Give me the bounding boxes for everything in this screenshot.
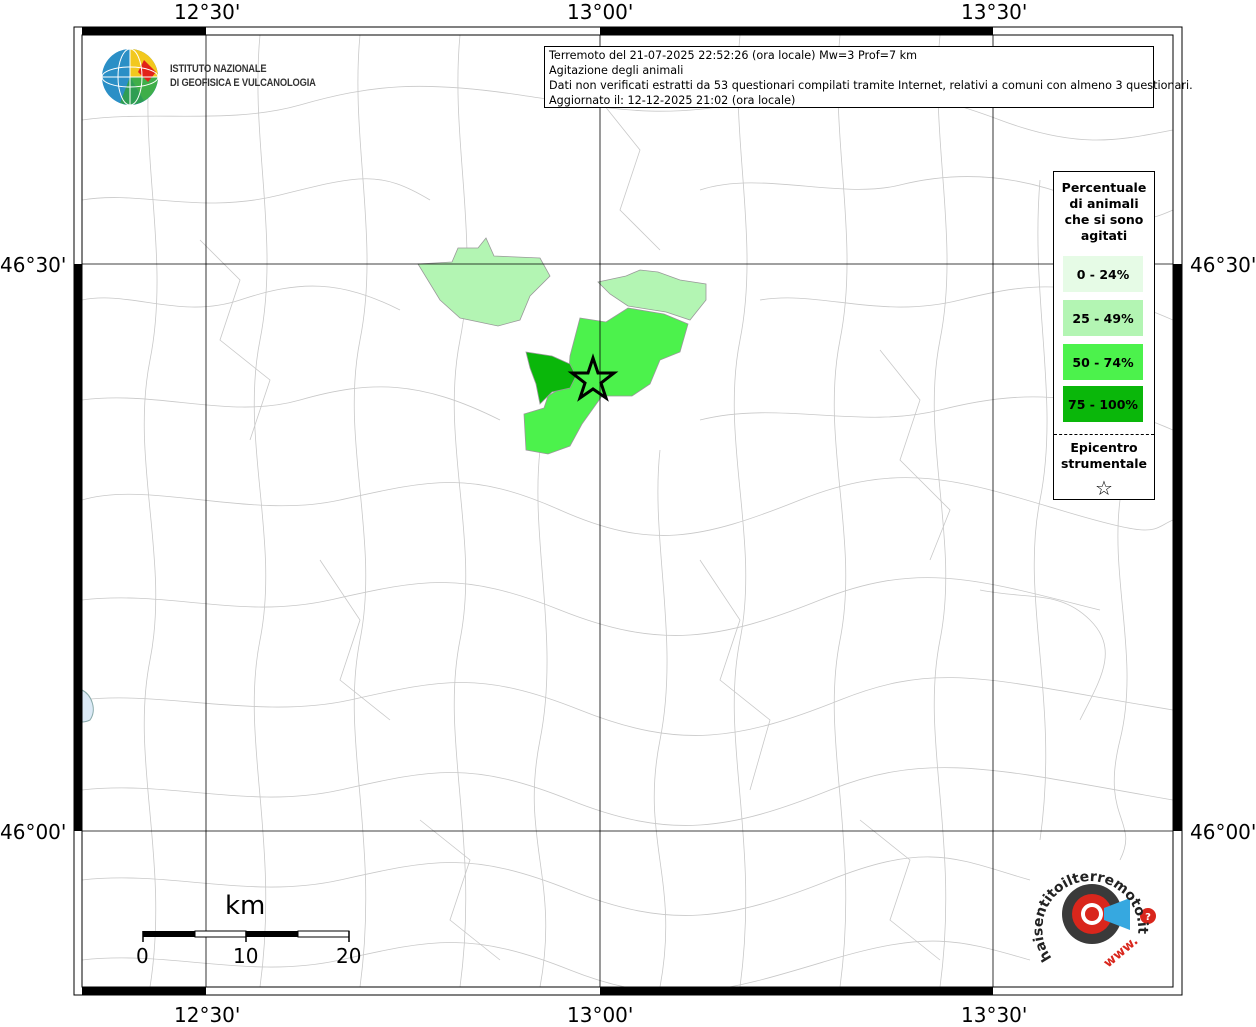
scale-unit: km <box>225 891 265 921</box>
scale-tick-20: 20 <box>336 944 361 968</box>
info-line-updated: Aggiornato il: 12-12-2025 21:02 (ora loc… <box>549 94 796 107</box>
info-box: Terremoto del 21-07-2025 22:52:26 (ora l… <box>544 46 1193 108</box>
lat-label-left-2: 46°00' <box>0 820 67 844</box>
ingv-institute-name: ISTITUTO NAZIONALE DI GEOFISICA E VULCAN… <box>170 62 316 90</box>
map-background <box>82 35 1173 987</box>
legend-epicenter-star-icon: ☆ <box>1095 476 1113 500</box>
legend-title: Percentuale di animali che si sono agita… <box>1061 180 1147 243</box>
ingv-name-line-1: ISTITUTO NAZIONALE <box>170 63 267 75</box>
lon-label-top-1: 12°30' <box>174 0 241 24</box>
scale-tick-0: 0 <box>136 944 149 968</box>
legend-class-0-24: 0 - 24% <box>1063 256 1143 292</box>
lon-label-bottom-2: 13°00' <box>567 1003 634 1027</box>
legend-class-25-49: 25 - 49% <box>1063 300 1143 336</box>
lat-label-left-1: 46°30' <box>0 253 67 277</box>
lat-label-right-2: 46°00' <box>1190 820 1256 844</box>
info-line-parameter: Agitazione degli animali <box>549 64 684 77</box>
scale-tick-10: 10 <box>233 944 258 968</box>
ingv-name-line-2: DI GEOFISICA E VULCANOLOGIA <box>170 77 316 89</box>
lat-label-right-1: 46°30' <box>1190 253 1256 277</box>
legend: Percentuale di animali che si sono agita… <box>1053 171 1155 500</box>
legend-epicenter-label: Epicentro strumentale <box>1060 440 1148 471</box>
lon-label-bottom-1: 12°30' <box>174 1003 241 1027</box>
legend-class-75-100: 75 - 100% <box>1063 386 1143 422</box>
info-line-event: Terremoto del 21-07-2025 22:52:26 (ora l… <box>549 49 918 62</box>
haisentitoilterremoto-logo: ? haisentitoilterremoto.it www. <box>1030 869 1156 971</box>
legend-separator <box>1054 434 1154 435</box>
info-line-source: Dati non verificati estratti da 53 quest… <box>549 79 1193 92</box>
lon-label-bottom-3: 13°30' <box>961 1003 1028 1027</box>
lon-label-top-2: 13°00' <box>567 0 634 24</box>
scale-bar: km 0 10 20 <box>136 891 361 968</box>
lon-label-top-3: 13°30' <box>961 0 1028 24</box>
legend-class-50-74: 50 - 74% <box>1063 344 1143 380</box>
